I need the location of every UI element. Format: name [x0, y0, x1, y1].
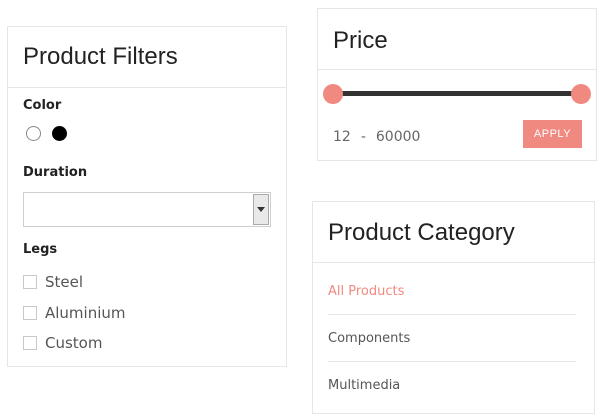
- product-category-panel: Product Category All Products Components…: [312, 201, 595, 414]
- category-item-label: Components: [328, 330, 411, 346]
- category-item-multimedia[interactable]: Multimedia: [328, 362, 576, 409]
- checkbox[interactable]: [23, 336, 37, 350]
- duration-select[interactable]: [23, 192, 271, 227]
- color-label: Color: [23, 98, 62, 113]
- price-slider-track[interactable]: [333, 91, 581, 96]
- legs-option-label: Steel: [45, 273, 84, 291]
- product-filters-title: Product Filters: [8, 27, 286, 88]
- category-item-label: Multimedia: [328, 378, 401, 393]
- duration-label: Duration: [23, 165, 88, 180]
- category-item-label: All Products: [328, 283, 405, 299]
- apply-button[interactable]: APPLY: [523, 120, 582, 148]
- color-swatch-black[interactable]: [52, 126, 67, 141]
- legs-option-aluminium[interactable]: Aluminium: [23, 304, 126, 322]
- price-panel: Price 12 - 60000 APPLY: [317, 8, 597, 161]
- price-range-readout: 12 - 60000: [333, 129, 420, 145]
- category-item-components[interactable]: Components: [328, 315, 576, 362]
- price-max-value: 60000: [375, 129, 421, 145]
- chevron-down-icon[interactable]: [253, 194, 269, 225]
- price-slider-max-handle[interactable]: [571, 84, 591, 104]
- color-swatch-white[interactable]: [26, 126, 41, 141]
- category-item-all-products[interactable]: All Products: [328, 268, 576, 315]
- product-filters-panel: Product Filters Color Duration Legs Stee…: [7, 26, 287, 367]
- checkbox[interactable]: [23, 306, 37, 320]
- legs-option-label: Custom: [45, 334, 103, 352]
- price-min-value: 12: [333, 129, 351, 145]
- checkbox[interactable]: [23, 275, 37, 289]
- price-separator: -: [360, 129, 366, 145]
- legs-label: Legs: [23, 242, 58, 257]
- legs-option-custom[interactable]: Custom: [23, 334, 102, 352]
- product-category-title: Product Category: [313, 202, 594, 263]
- price-title: Price: [318, 9, 596, 70]
- legs-option-label: Aluminium: [45, 304, 126, 322]
- price-slider-min-handle[interactable]: [323, 84, 343, 104]
- legs-option-steel[interactable]: Steel: [23, 273, 83, 291]
